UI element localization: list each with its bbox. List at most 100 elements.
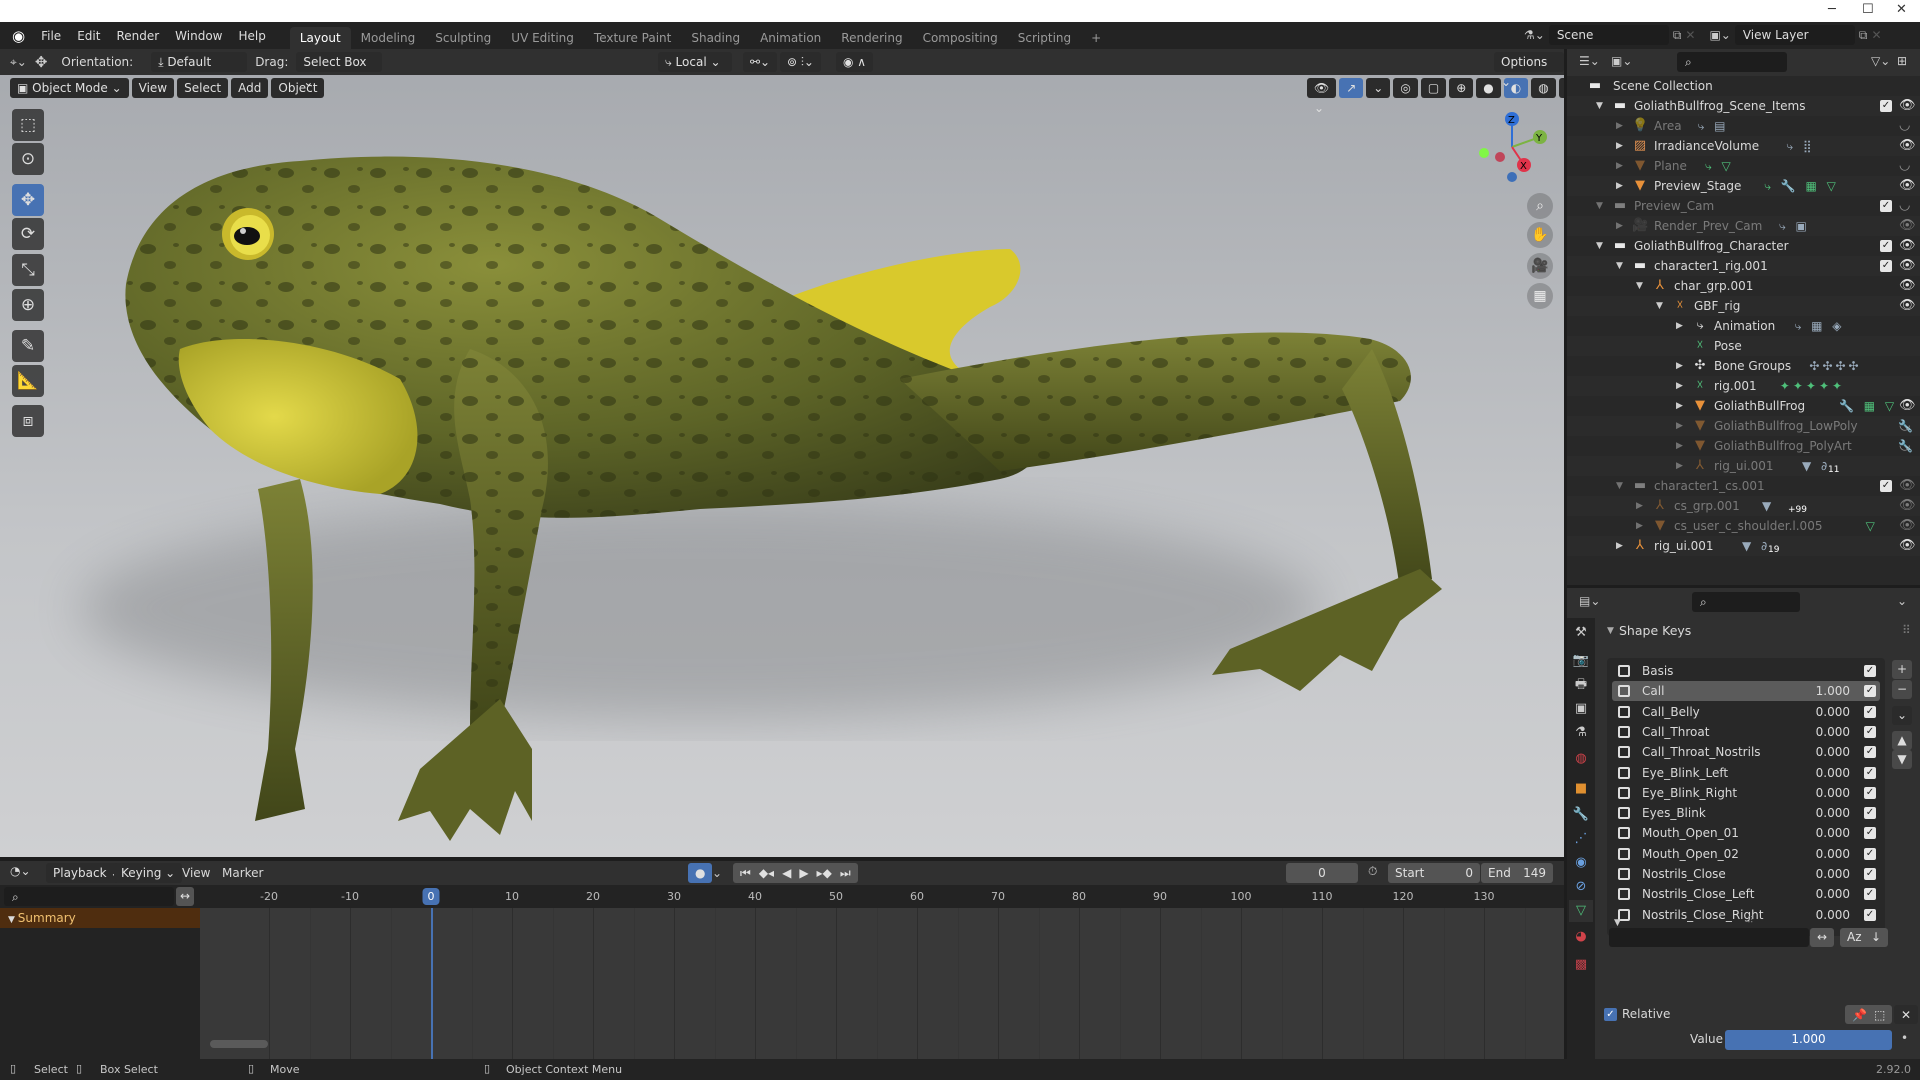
summary-channel[interactable]: ▼ Summary [0, 908, 200, 928]
scene-tab-icon[interactable]: ⚗ [1569, 722, 1593, 744]
viewport-menu-view[interactable]: View [131, 78, 175, 98]
output-tab-icon[interactable]: 🖶 [1569, 674, 1593, 696]
eye-icon[interactable]: 👁 [1899, 256, 1916, 276]
cursor-tool-icon[interactable]: ⊙ [12, 143, 44, 175]
shape-key-specials-icon[interactable]: ⌄ [1892, 706, 1912, 725]
select-box-tool-icon[interactable]: ⬚ [12, 109, 44, 141]
shape-key-row[interactable]: Mouth_Open_02 0.000 ✓ [1612, 844, 1880, 864]
collapse-arrow-icon[interactable]: ▼ [1656, 296, 1663, 316]
move-tool-icon[interactable]: ✥ [12, 184, 44, 216]
shape-key-value[interactable]: 0.000 [1810, 884, 1850, 904]
outliner-row[interactable]: ▶ ▼ Preview_Stage ⤷ 🔧 ▦ ▽ 👁 [1567, 176, 1920, 196]
shape-key-row[interactable]: Nostrils_Close_Right 0.000 ✓ [1612, 905, 1880, 925]
shape-key-enabled-checkbox[interactable]: ✓ [1864, 827, 1876, 840]
menu-window[interactable]: Window [167, 29, 230, 43]
new-view-layer-icon[interactable]: ⧉ [1859, 28, 1868, 43]
expand-arrow-icon[interactable]: ▶ [1676, 356, 1683, 376]
outliner-row[interactable]: ▬ Scene Collection [1567, 76, 1920, 96]
eye-icon[interactable]: 👁 [1899, 236, 1916, 256]
overlay-toggle-icon[interactable]: ◎ [1393, 78, 1418, 98]
move-shape-key-up-icon[interactable]: ▲ [1892, 731, 1912, 750]
camera-view-icon[interactable]: 🎥 [1527, 253, 1553, 279]
dopesheet-area[interactable] [200, 908, 1564, 1059]
collapse-arrow-icon[interactable]: ▼ [1636, 276, 1643, 296]
exclude-checkbox[interactable]: ✓ [1880, 100, 1892, 112]
expand-arrow-icon[interactable]: ▶ [1676, 456, 1683, 476]
snap-icon[interactable]: ⚯⌄ [743, 52, 778, 72]
outliner-row[interactable]: ☓ Pose [1567, 336, 1920, 356]
particles-tab-icon[interactable]: ⋰ [1569, 828, 1593, 850]
modifier-tab-icon[interactable]: 🔧 [1569, 804, 1593, 826]
xray-toggle-icon[interactable]: ▢ [1420, 78, 1447, 98]
prev-keyframe-icon[interactable]: ◆◂ [759, 863, 774, 883]
eye-icon[interactable]: 👁 [1899, 396, 1916, 416]
transform-tool-icon[interactable]: ⊕ [12, 289, 44, 321]
shape-key-enabled-checkbox[interactable]: ✓ [1864, 685, 1876, 698]
menu-edit[interactable]: Edit [69, 29, 108, 43]
shape-key-row[interactable]: Call_Throat 0.000 ✓ [1612, 722, 1880, 742]
edit-mode-shape-icon[interactable]: ⬚ [1867, 1005, 1893, 1024]
next-keyframe-icon[interactable]: ▸◆ [817, 863, 832, 883]
timeline-editor-type-icon[interactable]: ◔⌄ [10, 864, 31, 878]
eye-icon[interactable]: 👁 [1899, 536, 1916, 556]
annotate-tool-icon[interactable]: ✎ [12, 330, 44, 362]
outliner-row[interactable]: ▶ 🎥 Render_Prev_Cam ⤷ ▣ 👁 [1567, 216, 1920, 236]
shape-key-row[interactable]: Eye_Blink_Right 0.000 ✓ [1612, 783, 1880, 803]
world-tab-icon[interactable]: ◍ [1569, 748, 1593, 770]
blender-logo-icon[interactable]: ◉ [0, 27, 33, 45]
jump-end-icon[interactable]: ⏭ [840, 863, 851, 883]
view-layer-selector[interactable]: View Layer [1734, 25, 1855, 45]
outliner-row[interactable]: ▶ ▼ Plane ⤷ ▽ ◡ [1567, 156, 1920, 176]
delete-scene-icon[interactable]: ✕ [1685, 28, 1695, 42]
shape-key-enabled-checkbox[interactable]: ✓ [1864, 908, 1876, 921]
rotate-tool-icon[interactable]: ⟳ [12, 218, 44, 250]
3d-viewport[interactable]: ▣ Object Mode ⌄ View Select Add Object 👁… [0, 49, 1564, 857]
gizmo-toggle-icon[interactable]: ↗ [1339, 78, 1364, 98]
shape-key-value[interactable]: 0.000 [1810, 864, 1850, 884]
shape-key-value[interactable]: 0.000 [1810, 783, 1850, 803]
collapse-arrow-icon[interactable]: ▼ [1596, 196, 1603, 216]
sort-reverse-icon[interactable]: ↓ [1864, 928, 1889, 947]
exclude-checkbox[interactable]: ✓ [1880, 240, 1892, 252]
eye-icon[interactable]: 👁 [1899, 176, 1916, 196]
shape-key-enabled-checkbox[interactable]: ✓ [1864, 786, 1876, 799]
shape-key-value[interactable]: 1.000 [1810, 681, 1850, 701]
navigation-gizmo[interactable]: Z Y X [1472, 107, 1552, 187]
panel-collapse-icon[interactable]: ▼ [1607, 626, 1614, 636]
shape-key-enabled-checkbox[interactable]: ✓ [1864, 725, 1876, 738]
collapse-arrow-icon[interactable]: ▼ [1596, 96, 1603, 116]
workspace-tab-shading[interactable]: Shading [681, 27, 750, 49]
shape-key-enabled-checkbox[interactable]: ✓ [1864, 868, 1876, 880]
close-window-button[interactable]: ✕ [1896, 2, 1907, 17]
shape-key-row[interactable]: Nostrils_Close_Left 0.000 ✓ [1612, 884, 1880, 904]
hidden-eye-icon[interactable]: ◡ [1899, 116, 1910, 136]
remove-shape-key-button[interactable]: − [1892, 680, 1912, 699]
filter-icon[interactable]: ▽⌄ [1871, 54, 1890, 68]
delete-view-layer-icon[interactable]: ✕ [1871, 28, 1881, 42]
play-icon[interactable]: ▶ [799, 863, 808, 883]
material-tab-icon[interactable]: ◕ [1569, 926, 1593, 948]
expand-arrow-icon[interactable]: ▶ [1676, 396, 1683, 416]
channel-search-input[interactable]: ⌕ [4, 887, 174, 906]
jump-start-icon[interactable]: ⏮ [740, 863, 751, 883]
timeline-scrollbar[interactable] [210, 1040, 268, 1048]
workspace-tab-layout[interactable]: Layout [289, 27, 351, 49]
minimize-button[interactable]: ─ [1828, 2, 1836, 17]
expand-arrow-icon[interactable]: ▶ [1676, 376, 1683, 396]
auto-keying-dropdown-icon[interactable]: ⌄ [712, 866, 722, 880]
exclude-checkbox[interactable]: ✓ [1880, 480, 1892, 492]
scene-icon[interactable]: ⚗⌄ [1524, 28, 1545, 42]
shape-key-enabled-checkbox[interactable]: ✓ [1864, 847, 1876, 860]
outliner-row[interactable]: ▶ ⅄ rig_ui.001 ▼ ∂ 19 👁 [1567, 536, 1920, 556]
expand-arrow-icon[interactable]: ▶ [1616, 536, 1623, 556]
pan-view-icon[interactable]: ✋ [1527, 222, 1553, 248]
proportional-edit-icon[interactable]: ◉ ∧ [836, 52, 874, 72]
auto-keying-toggle-icon[interactable]: ● [688, 863, 713, 883]
outliner-row[interactable]: ▶ ⤷ Animation ⤷ ▦ ◈ [1567, 316, 1920, 336]
outliner-row[interactable]: ▼ ▬ character1_rig.001 ✓ 👁 [1567, 256, 1920, 276]
outliner-row[interactable]: ▶ ▼ GoliathBullfrog_LowPoly 🔧 ◡ [1567, 416, 1920, 436]
shape-key-enabled-checkbox[interactable]: ✓ [1864, 888, 1876, 901]
exclude-checkbox[interactable]: ✓ [1880, 260, 1892, 272]
play-reverse-icon[interactable]: ◀ [782, 863, 791, 883]
shape-key-enabled-checkbox[interactable]: ✓ [1864, 665, 1876, 677]
